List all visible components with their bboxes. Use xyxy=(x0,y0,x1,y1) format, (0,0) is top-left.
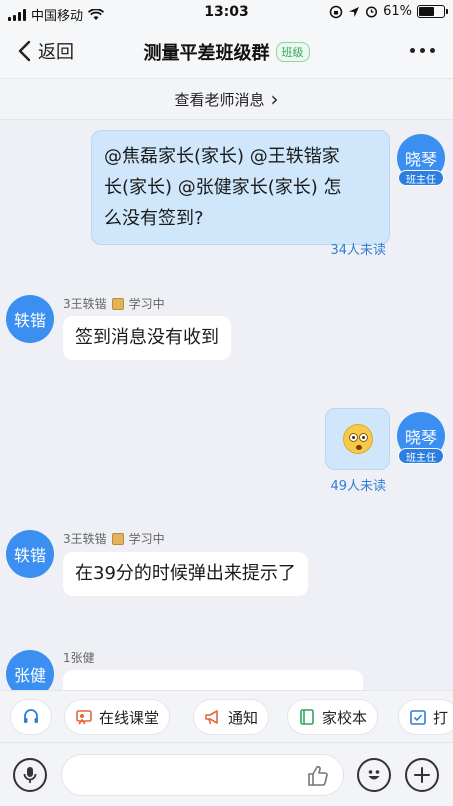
checkin-icon xyxy=(410,710,426,725)
home-school-book-button[interactable]: 家校本 xyxy=(287,699,379,735)
chip-label: 通知 xyxy=(228,708,259,727)
role-badge: 班主任 xyxy=(398,448,444,464)
book-icon xyxy=(111,297,124,310)
flushed-face-emoji-icon xyxy=(342,424,373,454)
book-icon xyxy=(111,532,124,545)
message-bubble-incoming[interactable]: 签到消息没有收到 xyxy=(63,316,231,360)
sender-status: 学习中 xyxy=(128,297,165,311)
voice-button[interactable] xyxy=(13,758,47,792)
like-button[interactable] xyxy=(305,763,331,789)
battery-percent: 61% xyxy=(383,4,412,19)
classroom-icon xyxy=(76,710,92,725)
unread-count[interactable]: 34人未读 xyxy=(330,239,386,258)
location-icon xyxy=(349,6,360,17)
chip-label: 打 xyxy=(433,708,449,727)
emoji-button[interactable] xyxy=(357,758,391,792)
battery-fill xyxy=(419,7,434,16)
sender-status: 学习中 xyxy=(128,532,165,546)
sender-name: 3王轶锴 xyxy=(63,297,107,311)
chip-label: 在线课堂 xyxy=(99,708,160,727)
add-button[interactable] xyxy=(405,758,439,792)
unread-count[interactable]: 49人未读 xyxy=(330,475,386,494)
avatar[interactable]: 轶锴 xyxy=(6,295,54,343)
page-title: 测量平差班级群 xyxy=(143,43,270,64)
chat-area[interactable]: @焦磊家长(家长) @王轶锴家 长(家长) @张健家长(家长) 怎 么没有签到?… xyxy=(0,121,453,693)
emoji-icon xyxy=(368,770,380,780)
more-dots-icon[interactable] xyxy=(410,48,435,53)
plus-icon xyxy=(414,767,430,783)
online-classroom-button[interactable]: 在线课堂 xyxy=(64,699,171,735)
message-bubble-outgoing[interactable] xyxy=(325,408,390,470)
sender-name-row: 3王轶锴 学习中 xyxy=(63,295,165,312)
message-line: 长(家长) @张健家长(家长) 怎 xyxy=(104,177,342,198)
chevron-right-icon: › xyxy=(270,87,279,111)
megaphone-icon xyxy=(205,710,218,725)
title-group: 测量平差班级群 班级 xyxy=(0,39,453,65)
sender-name: 3王轶锴 xyxy=(63,532,107,546)
alarm-icon xyxy=(366,6,378,18)
notice-button[interactable]: 通知 xyxy=(193,699,270,735)
status-right: 61% xyxy=(329,4,448,19)
avatar[interactable]: 轶锴 xyxy=(6,530,54,578)
chip-label: 家校本 xyxy=(322,708,368,727)
message-input[interactable] xyxy=(61,754,344,796)
status-bar: 中国移动 13:03 61% xyxy=(0,0,453,26)
sender-name-row: 3王轶锴 学习中 xyxy=(63,530,165,547)
thumbs-up-icon xyxy=(308,765,328,786)
sender-name: 1张健 xyxy=(63,651,95,665)
quick-toolbar: 在线课堂 通知 家校本 打 xyxy=(0,690,453,742)
checkin-button[interactable]: 打 xyxy=(398,699,453,735)
input-bar xyxy=(0,742,453,806)
role-badge: 班主任 xyxy=(398,170,444,186)
message-bubble-incoming[interactable]: 在39分的时候弹出来提示了 xyxy=(63,552,308,596)
headset-icon xyxy=(24,709,38,723)
class-badge: 班级 xyxy=(275,42,310,62)
battery-icon xyxy=(417,5,448,18)
message-bubble-outgoing[interactable]: @焦磊家长(家长) @王轶锴家 长(家长) @张健家长(家长) 怎 么没有签到? xyxy=(91,130,390,245)
headset-button[interactable] xyxy=(10,699,52,735)
microphone-icon xyxy=(23,767,37,783)
notebook-icon xyxy=(300,709,314,725)
message-line: @焦磊家长(家长) @王轶锴家 xyxy=(104,146,340,167)
teacher-bar-label: 查看老师消息 xyxy=(174,90,265,109)
rotation-lock-icon xyxy=(329,5,343,18)
message-line: 么没有签到? xyxy=(104,208,204,229)
avatar[interactable]: 张健 xyxy=(6,650,54,693)
nav-bar: 返回 测量平差班级群 班级 xyxy=(0,26,453,78)
sender-name-row: 1张健 xyxy=(63,649,95,666)
view-teacher-messages[interactable]: 查看老师消息 › xyxy=(0,78,453,120)
